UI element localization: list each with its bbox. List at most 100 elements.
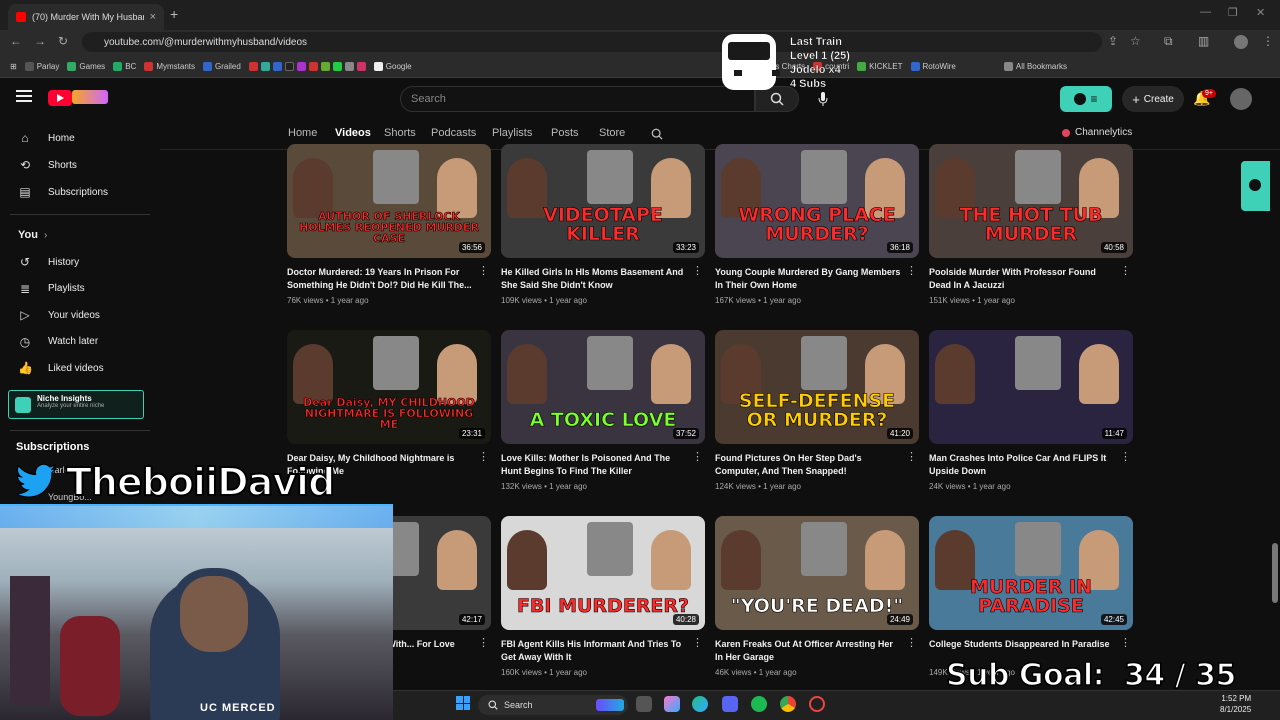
sidebar-item-playlists[interactable]: ≣ Playlists xyxy=(18,279,85,299)
video-thumbnail[interactable]: MURDER IN PARADISE 42:45 xyxy=(929,516,1133,630)
sidebar-item-watch-later[interactable]: ◷ Watch later xyxy=(18,332,98,352)
account-avatar[interactable] xyxy=(1230,88,1252,110)
video-card[interactable]: VIDEOTAPE KILLER 33:23 He Killed Girls In … xyxy=(501,144,705,305)
more-options-icon[interactable]: ⋮ xyxy=(1120,636,1131,649)
profile-avatar[interactable] xyxy=(1234,35,1248,49)
reload-icon[interactable]: ↻ xyxy=(58,34,68,48)
sidebar-item-liked-videos[interactable]: 👍 Liked videos xyxy=(18,358,104,378)
video-thumbnail[interactable]: Dear Daisy, MY CHILDHOOD NIGHTMARE IS FO… xyxy=(287,330,491,444)
video-card[interactable]: THE HOT TUB MURDER 40:58 Poolside Murder W… xyxy=(929,144,1133,305)
tab-playlists[interactable]: Playlists xyxy=(492,127,532,139)
video-title[interactable]: Karen Freaks Out At Officer Arresting He… xyxy=(715,638,903,664)
tab-podcasts[interactable]: Podcasts xyxy=(431,127,476,139)
windows-start-icon[interactable] xyxy=(456,696,470,710)
video-card[interactable]: WRONG PLACE MURDER? 36:18 Young Couple Mur… xyxy=(715,144,919,305)
video-title[interactable]: Poolside Murder With Professor Found Dea… xyxy=(929,266,1117,292)
video-thumbnail[interactable]: VIDEOTAPE KILLER 33:23 xyxy=(501,144,705,258)
channel-search-icon[interactable] xyxy=(651,127,663,145)
video-card[interactable]: "YOU'RE DEAD!" 24:49 Karen Freaks Out At O… xyxy=(715,516,919,677)
discord-icon[interactable] xyxy=(722,696,738,712)
tab-home[interactable]: Home xyxy=(288,127,317,139)
create-button[interactable]: + Create xyxy=(1122,86,1184,112)
more-options-icon[interactable]: ⋮ xyxy=(906,636,917,649)
extensions-icon[interactable]: ⧉ xyxy=(1164,34,1173,49)
bookmark-item[interactable]: BC xyxy=(113,62,136,71)
more-options-icon[interactable]: ⋮ xyxy=(692,264,703,277)
close-tab-icon[interactable]: × xyxy=(150,11,156,23)
more-options-icon[interactable]: ⋮ xyxy=(906,264,917,277)
sidebar-item-your-videos[interactable]: ▷ Your videos xyxy=(18,305,100,325)
task-view-icon[interactable] xyxy=(636,696,652,712)
chrome-menu-icon[interactable]: ⋮ xyxy=(1262,34,1274,48)
more-options-icon[interactable]: ⋮ xyxy=(478,636,489,649)
sidebar-you-header[interactable]: You › xyxy=(18,225,47,245)
install-icon[interactable]: ⇪ xyxy=(1108,34,1118,48)
video-thumbnail[interactable]: "YOU'RE DEAD!" 24:49 xyxy=(715,516,919,630)
maximize-icon[interactable]: ❐ xyxy=(1228,6,1238,19)
search-input[interactable]: Search xyxy=(400,86,755,112)
sidebar-item-home[interactable]: ⌂ Home xyxy=(18,128,74,148)
apps-icon[interactable]: ⊞ xyxy=(10,62,17,71)
url-bar[interactable]: youtube.com/@murderwithmyhusband/videos xyxy=(82,32,1102,52)
video-thumbnail[interactable]: SELF-DEFENSE OR MURDER? 41:20 xyxy=(715,330,919,444)
video-title[interactable]: Love Kills: Mother Is Poisoned And The H… xyxy=(501,452,689,478)
taskbar-clock[interactable]: 1:52 PM 8/1/2025 xyxy=(1220,693,1251,715)
browser-tab[interactable]: (70) Murder With My Husband × xyxy=(8,4,164,30)
bookmark-item[interactable]: Games xyxy=(67,62,105,71)
video-thumbnail[interactable]: AUTHOR OF SHERLOCK HOLMES REOPENED MURDE… xyxy=(287,144,491,258)
sidebar-item-shorts[interactable]: ⟲ Shorts xyxy=(18,155,77,175)
edge-icon[interactable] xyxy=(692,696,708,712)
page-scrollbar[interactable] xyxy=(1270,150,1280,690)
video-thumbnail[interactable]: FBI MURDERER? 40:28 xyxy=(501,516,705,630)
more-options-icon[interactable]: ⋮ xyxy=(478,264,489,277)
more-options-icon[interactable]: ⋮ xyxy=(1120,450,1131,463)
more-options-icon[interactable]: ⋮ xyxy=(478,450,489,463)
video-title[interactable]: Found Pictures On Her Step Dad's Compute… xyxy=(715,452,903,478)
tab-shorts[interactable]: Shorts xyxy=(384,127,416,139)
video-title[interactable]: Young Couple Murdered By Gang Members In… xyxy=(715,266,903,292)
video-title[interactable]: Man Crashes Into Police Car And FLIPS It… xyxy=(929,452,1117,478)
video-card[interactable]: 11:47 Man Crashes Into Police Car And FLI… xyxy=(929,330,1133,491)
bookmark-item[interactable]: Mymstants xyxy=(144,62,195,71)
bookmark-item[interactable]: Grailed xyxy=(202,62,241,71)
chrome-icon[interactable] xyxy=(780,696,796,712)
bookmark-item[interactable]: Parlay xyxy=(24,62,59,71)
hamburger-menu-icon[interactable] xyxy=(16,90,32,102)
bookmark-icons-row[interactable] xyxy=(248,62,366,71)
niche-insights-button[interactable]: Niche Insights Analyze your entire niche xyxy=(8,390,144,419)
sidebar-item-subscriptions[interactable]: ▤ Subscriptions xyxy=(18,182,108,202)
tab-posts[interactable]: Posts xyxy=(551,127,579,139)
forward-icon[interactable]: → xyxy=(34,34,46,48)
video-thumbnail[interactable]: THE HOT TUB MURDER 40:58 xyxy=(929,144,1133,258)
video-thumbnail[interactable]: WRONG PLACE MURDER? 36:18 xyxy=(715,144,919,258)
sidebar-item-history[interactable]: ↺ History xyxy=(18,252,79,272)
bookmark-item[interactable]: RotoWire xyxy=(910,62,956,71)
bookmark-item[interactable]: KICKLET xyxy=(857,62,903,71)
video-card[interactable]: A TOXIC LOVE 37:52 Love Kills: Mother Is P… xyxy=(501,330,705,491)
tab-store[interactable]: Store xyxy=(599,127,625,139)
video-thumbnail[interactable]: A TOXIC LOVE 37:52 xyxy=(501,330,705,444)
new-tab-icon[interactable]: + xyxy=(170,6,178,22)
video-title[interactable]: FBI Agent Kills His Informant And Tries … xyxy=(501,638,689,664)
obs-icon[interactable] xyxy=(809,696,825,712)
video-title[interactable]: He Killed Girls In HIs Moms Basement And… xyxy=(501,266,689,292)
video-card[interactable]: AUTHOR OF SHERLOCK HOLMES REOPENED MURDE… xyxy=(287,144,491,305)
youtube-logo[interactable] xyxy=(48,90,72,106)
video-card[interactable]: SELF-DEFENSE OR MURDER? 41:20 Found Pictur… xyxy=(715,330,919,491)
video-card[interactable]: MURDER IN PARADISE 42:45 College Students … xyxy=(929,516,1133,677)
sidepanel-icon[interactable]: ▥ xyxy=(1198,34,1209,48)
more-options-icon[interactable]: ⋮ xyxy=(692,450,703,463)
taskbar-search[interactable]: Search xyxy=(478,695,628,715)
more-options-icon[interactable]: ⋮ xyxy=(906,450,917,463)
video-card[interactable]: FBI MURDERER? 40:28 FBI Agent Kills His In… xyxy=(501,516,705,677)
spotify-icon[interactable] xyxy=(751,696,767,712)
video-title[interactable]: Doctor Murdered: 19 Years In Prison For … xyxy=(287,266,475,292)
tab-videos[interactable]: Videos xyxy=(335,127,371,139)
video-thumbnail[interactable]: 11:47 xyxy=(929,330,1133,444)
more-options-icon[interactable]: ⋮ xyxy=(692,636,703,649)
back-icon[interactable]: ← xyxy=(10,34,22,48)
scrollbar-thumb[interactable] xyxy=(1272,543,1278,603)
vidiq-side-tab[interactable] xyxy=(1241,161,1270,211)
bookmark-item[interactable]: Google xyxy=(373,62,412,71)
more-options-icon[interactable]: ⋮ xyxy=(1120,264,1131,277)
